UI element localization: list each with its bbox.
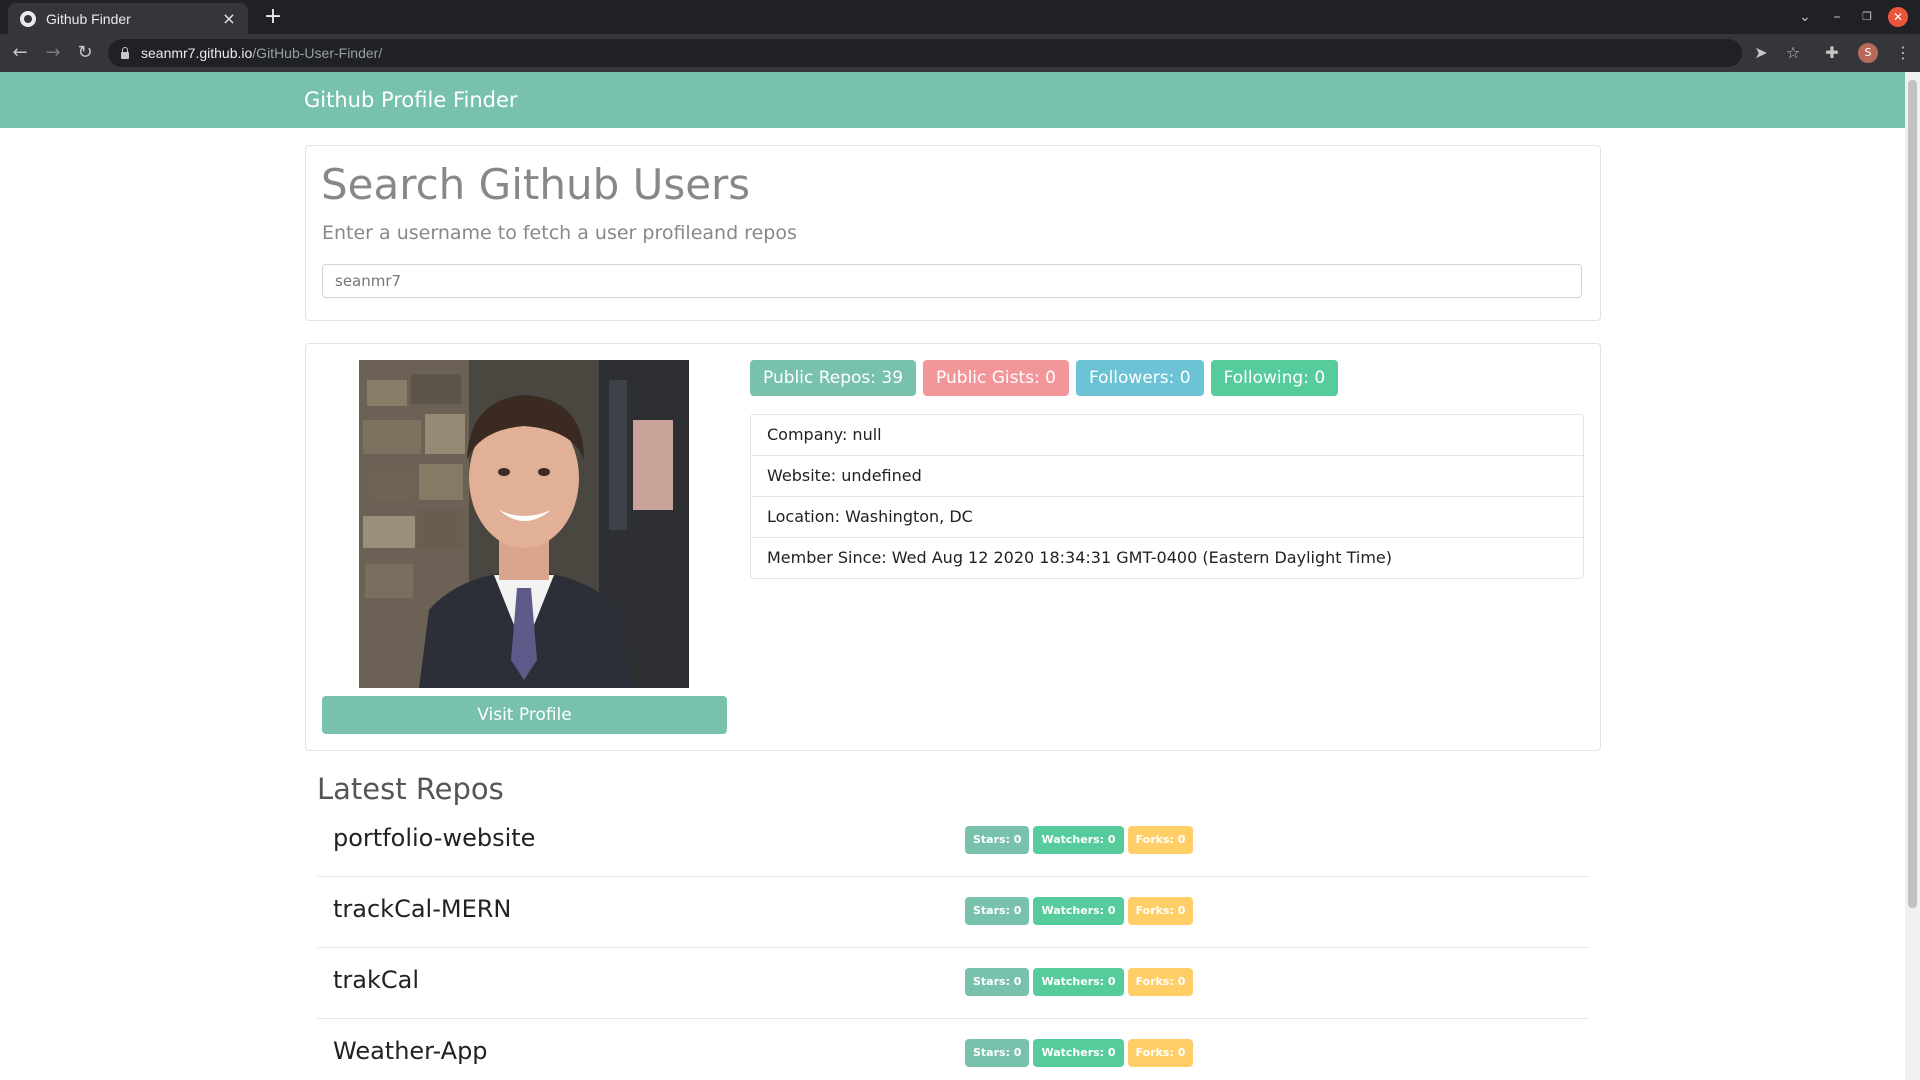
tab-title: Github Finder: [46, 10, 131, 27]
public-repos-badge: Public Repos: 39: [750, 360, 917, 396]
list-item: trackCal-MERN Stars: 0 Watchers: 0 Forks…: [317, 877, 1589, 948]
stars-badge: Stars: 0: [965, 897, 1030, 925]
stars-badge: Stars: 0: [965, 1039, 1030, 1067]
watchers-badge: Watchers: 0: [1033, 897, 1124, 925]
address-bar[interactable]: seanmr7.github.io/GitHub-User-Finder/: [108, 39, 1742, 67]
navbar: Github Profile Finder: [0, 72, 1905, 128]
search-title: Search Github Users: [321, 160, 751, 209]
lock-icon[interactable]: [121, 46, 129, 59]
url-text: seanmr7.github.io/GitHub-User-Finder/: [141, 45, 383, 61]
repo-badges: Stars: 0 Watchers: 0 Forks: 0: [965, 897, 1194, 925]
visit-profile-button[interactable]: Visit Profile: [322, 696, 727, 734]
send-icon[interactable]: ➤: [1750, 42, 1772, 64]
forks-badge: Forks: 0: [1127, 968, 1194, 996]
search-card: Search Github Users Enter a username to …: [305, 145, 1601, 321]
watchers-badge: Watchers: 0: [1033, 968, 1124, 996]
repo-badges: Stars: 0 Watchers: 0 Forks: 0: [965, 1039, 1194, 1067]
website-item: Website: undefined: [751, 456, 1583, 497]
following-badge: Following: 0: [1210, 360, 1339, 396]
close-icon[interactable]: ✕: [1888, 7, 1908, 27]
location-item: Location: Washington, DC: [751, 497, 1583, 538]
menu-icon[interactable]: ⋮: [1892, 42, 1914, 64]
profile-card: Visit Profile Public Repos: 39 Public Gi…: [305, 343, 1601, 751]
forks-badge: Forks: 0: [1127, 826, 1194, 854]
list-item: Weather-App Stars: 0 Watchers: 0 Forks: …: [317, 1019, 1589, 1080]
profile-info-list: Company: null Website: undefined Locatio…: [750, 414, 1584, 579]
watchers-badge: Watchers: 0: [1033, 1039, 1124, 1067]
new-tab-button[interactable]: +: [260, 4, 286, 30]
page-viewport: Github Profile Finder Search Github User…: [0, 72, 1905, 1080]
public-gists-badge: Public Gists: 0: [923, 360, 1069, 396]
restore-icon[interactable]: ❐: [1856, 6, 1878, 28]
repo-badges: Stars: 0 Watchers: 0 Forks: 0: [965, 968, 1194, 996]
scrollbar-thumb[interactable]: [1908, 80, 1917, 908]
watchers-badge: Watchers: 0: [1033, 826, 1124, 854]
page-scrollbar[interactable]: [1905, 72, 1920, 1080]
list-item: trakCal Stars: 0 Watchers: 0 Forks: 0: [317, 948, 1589, 1019]
profile-avatar-icon[interactable]: S: [1858, 43, 1878, 63]
tab-close-icon[interactable]: ×: [220, 9, 238, 28]
stars-badge: Stars: 0: [965, 826, 1030, 854]
github-favicon-icon: [20, 10, 36, 27]
stats-badges: Public Repos: 39 Public Gists: 0 Followe…: [750, 360, 1339, 396]
search-subtitle: Enter a username to fetch a user profile…: [322, 222, 797, 244]
repo-link[interactable]: trakCal: [333, 966, 419, 994]
member-since-item: Member Since: Wed Aug 12 2020 18:34:31 G…: [767, 548, 1393, 567]
browser-tab-strip: Github Finder × + ⌄ – ❐ ✕: [0, 0, 1920, 34]
repo-link[interactable]: Weather-App: [333, 1037, 488, 1065]
avatar-image: [359, 360, 689, 688]
forks-badge: Forks: 0: [1127, 897, 1194, 925]
repo-link[interactable]: portfolio-website: [333, 824, 535, 852]
stars-badge: Stars: 0: [965, 968, 1030, 996]
navbar-brand[interactable]: Github Profile Finder: [304, 88, 518, 112]
repo-link[interactable]: trackCal-MERN: [333, 895, 511, 923]
extensions-icon[interactable]: ✚: [1821, 42, 1843, 64]
avatar: [359, 360, 689, 688]
search-input[interactable]: [322, 264, 1582, 298]
star-icon[interactable]: ☆: [1782, 42, 1804, 64]
company-item: Company: null: [751, 415, 1583, 456]
repo-list: portfolio-website Stars: 0 Watchers: 0 F…: [317, 806, 1589, 1080]
tab-search-icon[interactable]: ⌄: [1794, 6, 1816, 28]
reload-icon[interactable]: ↻: [73, 41, 97, 65]
minimize-icon[interactable]: –: [1826, 6, 1848, 28]
forward-icon[interactable]: →: [41, 41, 65, 65]
followers-badge: Followers: 0: [1076, 360, 1204, 396]
list-item: portfolio-website Stars: 0 Watchers: 0 F…: [317, 806, 1589, 877]
forks-badge: Forks: 0: [1127, 1039, 1194, 1067]
browser-tab[interactable]: Github Finder ×: [8, 3, 248, 34]
back-icon[interactable]: ←: [8, 41, 32, 65]
repo-badges: Stars: 0 Watchers: 0 Forks: 0: [965, 826, 1194, 854]
latest-repos-heading: Latest Repos: [317, 772, 504, 806]
browser-toolbar: ← → ↻ seanmr7.github.io/GitHub-User-Find…: [0, 34, 1920, 72]
